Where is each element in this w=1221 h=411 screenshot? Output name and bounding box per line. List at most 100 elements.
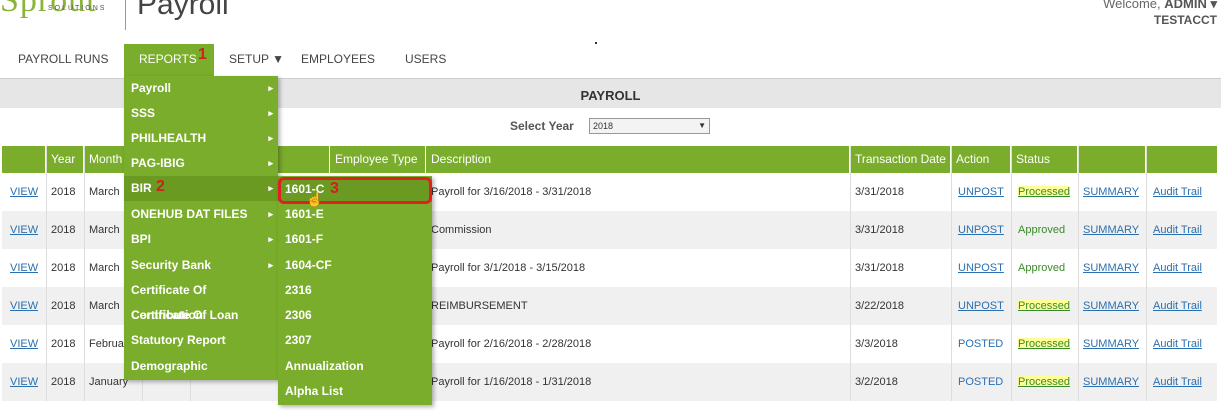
chevron-right-icon: ▸ (268, 183, 273, 193)
row-date: 3/31/2018 (855, 186, 904, 198)
menu-item-bpi[interactable]: BPI ▸ (124, 227, 278, 252)
menu-item-statutory-report[interactable]: Statutory Report (124, 328, 278, 353)
menu-item-annualization[interactable]: Annualization (278, 354, 432, 379)
audit-trail-link[interactable]: Audit Trail (1148, 363, 1202, 401)
row-description: Payroll for 1/16/2018 - 1/31/2018 (431, 376, 592, 388)
summary-link[interactable]: SUMMARY (1078, 363, 1139, 401)
menu-item-2307[interactable]: 2307 (278, 328, 432, 353)
row-date: 3/2/2018 (855, 376, 898, 388)
row-year: 2018 (51, 300, 76, 312)
nav-setup[interactable]: SETUP ▼ (229, 44, 284, 78)
chevron-right-icon: ▸ (268, 260, 273, 270)
highlight-box (278, 177, 432, 204)
view-link[interactable]: VIEW (5, 211, 38, 249)
menu-item-1604cf[interactable]: 1604-CF (278, 253, 432, 278)
unpost-link[interactable]: UNPOST (953, 211, 1004, 249)
unpost-link[interactable]: UNPOST (953, 173, 1004, 211)
welcome-menu[interactable]: Welcome, ADMIN ▾ (1103, 0, 1217, 12)
stray-dot (595, 42, 597, 44)
menu-item-label: ONEHUB DAT FILES (131, 207, 248, 221)
status-badge[interactable]: Processed (1018, 376, 1070, 388)
row-date: 3/3/2018 (855, 338, 898, 350)
nav-employees[interactable]: EMPLOYEES (301, 44, 375, 78)
account-name: TESTACCT (1153, 13, 1217, 27)
menu-item-2316[interactable]: 2316 (278, 278, 432, 303)
year-select-value: 2018 (593, 121, 614, 131)
status-badge[interactable]: Processed (1018, 186, 1070, 198)
audit-trail-link[interactable]: Audit Trail (1148, 211, 1202, 249)
year-select[interactable]: 2018 ▼ (589, 118, 710, 134)
summary-link[interactable]: SUMMARY (1078, 249, 1139, 287)
chevron-down-icon: ▼ (698, 121, 706, 130)
status-badge[interactable]: Processed (1018, 300, 1070, 312)
row-date: 3/31/2018 (855, 224, 904, 236)
app-header: Sprout SOLUTIONS Payroll Welcome, ADMIN … (0, 0, 1221, 44)
menu-item-philhealth[interactable]: PHILHEALTH ▸ (124, 126, 278, 151)
reports-menu: Payroll ▸ SSS ▸ PHILHEALTH ▸ PAG-IBIG ▸ BIR ▸… (124, 76, 278, 380)
summary-link[interactable]: SUMMARY (1078, 325, 1139, 363)
column-divider (850, 146, 851, 401)
menu-item-onehub[interactable]: ONEHUB DAT FILES ▸ (124, 202, 278, 227)
main-nav: PAYROLL RUNS REPORTS SETUP ▼ EMPLOYEES U… (0, 44, 1221, 78)
row-year: 2018 (51, 186, 76, 198)
menu-item-certificate-loan[interactable]: Certificate Of Loan (124, 303, 278, 328)
menu-item-sss[interactable]: SSS ▸ (124, 101, 278, 126)
audit-trail-link[interactable]: Audit Trail (1148, 249, 1202, 287)
menu-item-payroll[interactable]: Payroll ▸ (124, 76, 278, 101)
welcome-user[interactable]: ADMIN ▾ (1164, 0, 1217, 11)
hand-cursor-icon: ☝ (306, 191, 324, 207)
row-date: 3/31/2018 (855, 262, 904, 274)
summary-link[interactable]: SUMMARY (1078, 211, 1139, 249)
col-header-employee-type: Employee Type (330, 146, 426, 173)
status-badge: Approved (1018, 262, 1066, 274)
logo-sub: SOLUTIONS (48, 5, 107, 12)
nav-payroll-runs[interactable]: PAYROLL RUNS (18, 44, 108, 78)
posted-status: POSTED (958, 338, 1004, 350)
sprout-logo[interactable]: Sprout SOLUTIONS (0, 0, 120, 34)
summary-link[interactable]: SUMMARY (1078, 287, 1139, 325)
unpost-link[interactable]: UNPOST (953, 287, 1004, 325)
menu-item-certificate-contribution[interactable]: Certificate Of Contribution (124, 278, 278, 322)
view-link[interactable]: VIEW (5, 173, 38, 211)
row-month: March (89, 224, 120, 236)
audit-trail-link[interactable]: Audit Trail (1148, 325, 1202, 363)
column-divider (1146, 146, 1147, 401)
status-badge[interactable]: Processed (1018, 338, 1070, 350)
menu-item-alpha-list[interactable]: Alpha List (278, 379, 432, 404)
row-description: REIMBURSEMENT (431, 300, 528, 312)
unpost-link[interactable]: UNPOST (953, 249, 1004, 287)
row-month: March (89, 300, 120, 312)
nav-users[interactable]: USERS (405, 44, 446, 78)
row-month: January (89, 376, 129, 388)
menu-item-1601e[interactable]: 1601-E (278, 202, 432, 227)
menu-item-bir[interactable]: BIR ▸ (124, 176, 278, 201)
summary-link[interactable]: SUMMARY (1078, 173, 1139, 211)
row-description: Payroll for 3/1/2018 - 3/15/2018 (431, 262, 586, 274)
menu-item-security-bank[interactable]: Security Bank ▸ (124, 253, 278, 278)
row-date: 3/22/2018 (855, 300, 904, 312)
view-link[interactable]: VIEW (5, 287, 38, 325)
row-month: March (89, 186, 120, 198)
row-year: 2018 (51, 338, 76, 350)
menu-item-pag-ibig[interactable]: PAG-IBIG ▸ (124, 151, 278, 176)
status-badge: Approved (1018, 224, 1066, 236)
row-description: Commission (431, 224, 492, 236)
view-link[interactable]: VIEW (5, 363, 38, 401)
menu-item-2306[interactable]: 2306 (278, 303, 432, 328)
audit-trail-link[interactable]: Audit Trail (1148, 287, 1202, 325)
col-header-description: Description (426, 146, 850, 173)
audit-trail-link[interactable]: Audit Trail (1148, 173, 1202, 211)
menu-item-1601f[interactable]: 1601-F (278, 227, 432, 252)
col-header-year: Year (46, 146, 84, 173)
col-header-view (2, 146, 46, 173)
view-link[interactable]: VIEW (5, 249, 38, 287)
column-divider (46, 146, 47, 401)
view-link[interactable]: VIEW (5, 325, 38, 363)
bir-submenu: 1601-C 1601-E 1601-F 1604-CF 2316 2306 2… (278, 176, 432, 405)
step-marker-1: 1 (198, 46, 207, 63)
column-divider (1011, 146, 1012, 401)
row-month: Februa (89, 338, 124, 350)
col-header-summary (1078, 146, 1146, 173)
menu-item-demographic[interactable]: Demographic (124, 354, 278, 379)
row-description: Payroll for 3/16/2018 - 3/31/2018 (431, 186, 592, 198)
